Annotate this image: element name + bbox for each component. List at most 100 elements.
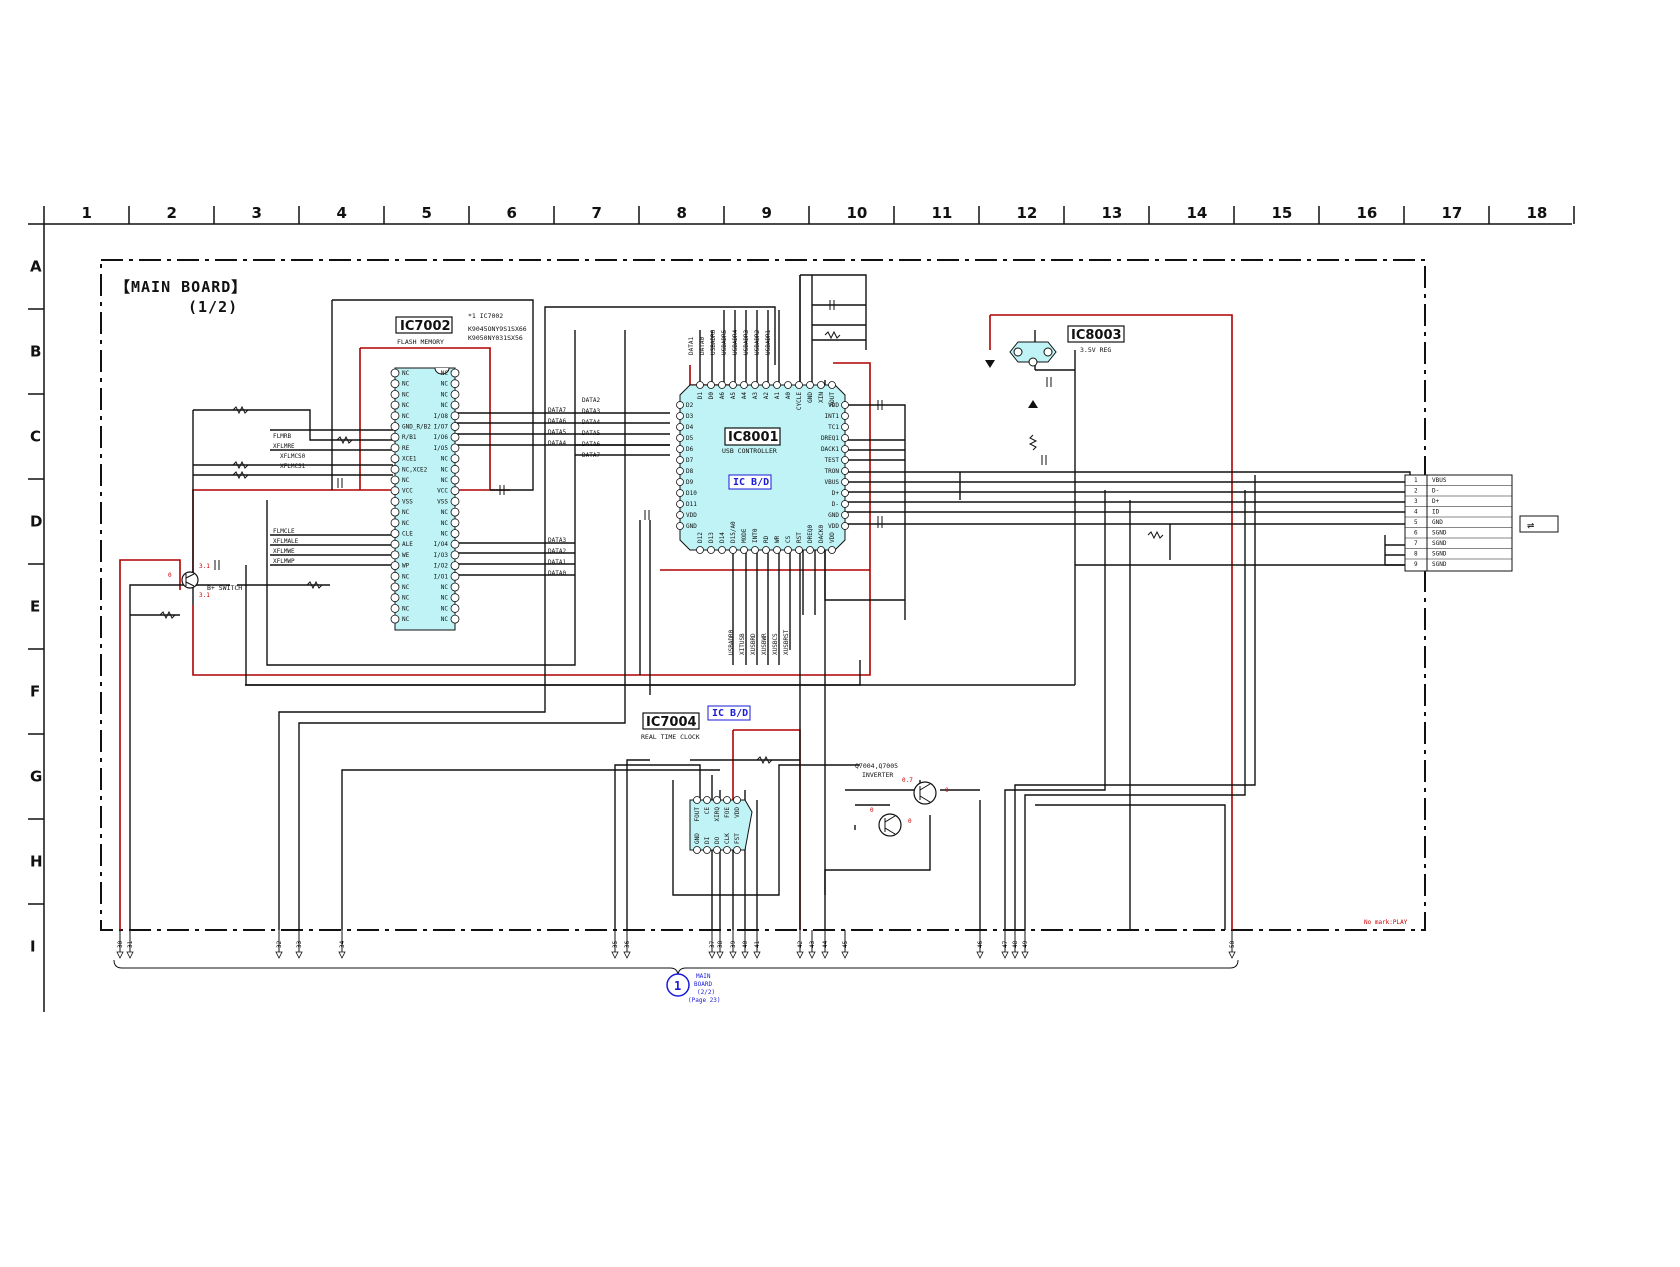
ic7002-pin bbox=[450, 379, 460, 389]
connector-pin-number: 30 bbox=[117, 940, 124, 948]
ic7002-pin bbox=[390, 529, 400, 538]
ic8001-pin-label: VDD bbox=[828, 523, 839, 530]
ic7002-pin-label: GND_R/B2 bbox=[402, 424, 431, 431]
ic7002-pin-label: NC bbox=[402, 477, 410, 484]
data-label: DATA7 bbox=[582, 452, 600, 459]
ic7004: IC7004 REAL TIME CLOCK IC B/D FOUT CE XIRQ… bbox=[641, 705, 753, 854]
ic7002-note-1: *1 IC7002 bbox=[468, 312, 503, 320]
data-label: DATA3 bbox=[582, 408, 600, 415]
ic8001-pin-label: D0 bbox=[708, 392, 715, 400]
data-label: DATA0 bbox=[548, 570, 566, 577]
data-label: DATA4 bbox=[548, 440, 566, 447]
connector-pin-number: 4 bbox=[1414, 509, 1418, 516]
grid-column-label: 6 bbox=[507, 204, 517, 222]
connector-arrow-icon bbox=[126, 951, 134, 959]
ic8001-pin-label: VBUS bbox=[825, 479, 840, 486]
grid-column-label: 9 bbox=[762, 204, 772, 222]
connector-pin-number: 8 bbox=[1414, 551, 1418, 558]
connector-pin-number: 6 bbox=[1414, 530, 1418, 537]
connector-pin-number: 41 bbox=[754, 940, 761, 948]
ic7004-top-pins: FOUT CE XIRQ FOE VDD bbox=[693, 796, 741, 821]
ic8001-pin bbox=[676, 456, 684, 464]
ic7002-pin bbox=[390, 422, 400, 431]
ic8001-pin-label: XIN bbox=[818, 392, 825, 403]
ic7002-pin-label: NC bbox=[441, 531, 449, 538]
ic7002-pin-label: NC bbox=[441, 391, 449, 398]
connector-arrow-icon bbox=[1001, 951, 1009, 959]
ic8001-pin-label: D11 bbox=[686, 501, 697, 508]
grid-row-label: H bbox=[30, 853, 43, 871]
connector-pin-number: 40 bbox=[742, 940, 749, 948]
connector-pin-number: 2 bbox=[1414, 488, 1418, 495]
ic7002-pin-label: NC,XCE2 bbox=[402, 466, 428, 473]
ic7004-pin bbox=[733, 846, 741, 854]
ic7002-pin-label: NC bbox=[402, 391, 410, 398]
ic7002-pin bbox=[390, 571, 400, 581]
ic8001-pin-label: D- bbox=[832, 501, 839, 508]
ic7002-pin-label: RE bbox=[402, 445, 410, 452]
ic7002-pin bbox=[450, 496, 460, 506]
connector-pin-name: VBUS bbox=[1432, 477, 1447, 484]
ic8001-pin bbox=[828, 546, 836, 554]
ic7002-pin bbox=[450, 411, 460, 421]
grid-column-label: 13 bbox=[1102, 204, 1123, 222]
connector-pin-number: 5 bbox=[1414, 519, 1418, 526]
ic7004-pin bbox=[723, 846, 731, 854]
grid-column-label: 1 bbox=[82, 204, 92, 222]
bus-label: USBADR4 bbox=[732, 329, 739, 355]
ic7002-pin bbox=[450, 518, 460, 528]
ic8001-pin bbox=[676, 423, 684, 431]
ic7002-pin-label: NC bbox=[441, 456, 449, 463]
ic7002-pin-label: NC bbox=[402, 509, 410, 516]
grid-column-label: 8 bbox=[677, 204, 687, 222]
ic8001-pin-label: TEST bbox=[825, 457, 840, 464]
ic7002-pin-label: NC bbox=[402, 595, 410, 602]
grid-column-label: 16 bbox=[1357, 204, 1378, 222]
b-switch-v31-bottom: 3.1 bbox=[199, 592, 210, 599]
ic7002-pin-label: I/O1 bbox=[434, 573, 449, 580]
connector-arrow-icon bbox=[753, 951, 761, 959]
bus-label: USBADR3 bbox=[743, 329, 750, 355]
ic7002-pin-label: I/O8 bbox=[434, 413, 449, 420]
connector-pin-name: SGND bbox=[1432, 561, 1447, 568]
ic8001-pin bbox=[841, 522, 849, 530]
ic7002-pin-label: NC bbox=[441, 381, 449, 388]
ic7002-pin bbox=[390, 379, 400, 389]
ic7002-pin bbox=[390, 582, 400, 592]
grid-row-label: I bbox=[30, 938, 36, 956]
ic7002-pin-label: I/O4 bbox=[434, 541, 449, 548]
grid-column-labels: 1 2 3 4 5 6 7 8 9 10 11 12 13 14 15 16 17 18 bbox=[82, 204, 1548, 222]
ic7002-pin-label: NC bbox=[441, 477, 449, 484]
connector-pin-number: 32 bbox=[276, 940, 283, 948]
ic8001-pin-label: TRON bbox=[825, 468, 840, 475]
ic8003-function: 3.5V REG bbox=[1080, 346, 1111, 354]
board-title: 【MAIN BOARD】 bbox=[115, 278, 247, 296]
board-note: No mark:PLAY bbox=[1364, 919, 1408, 926]
ic8001-pin-label: D4 bbox=[686, 424, 694, 431]
grid-row-label: D bbox=[30, 513, 42, 531]
connector-arrow-icon bbox=[338, 951, 346, 959]
ic7002-pin bbox=[450, 593, 460, 603]
ic7002-pin bbox=[450, 464, 460, 474]
ic7002-pin-label: I/O3 bbox=[434, 552, 449, 559]
ic8001-pin bbox=[784, 381, 792, 389]
ic8001-pin bbox=[841, 401, 849, 409]
ic7004-pin-label: GND bbox=[694, 833, 701, 844]
ic8001-pin-label: D10 bbox=[686, 490, 697, 497]
grid-column-label: 17 bbox=[1442, 204, 1463, 222]
ic8001-pin bbox=[773, 546, 781, 554]
grid-column-label: 14 bbox=[1187, 204, 1208, 222]
ic7004-pin bbox=[723, 796, 731, 804]
connector-arrow-icon bbox=[821, 951, 829, 959]
ic7002-pin-label: NC bbox=[441, 605, 449, 612]
ic8001-pin-label: D8 bbox=[686, 468, 694, 475]
signal-label: XFLMCS0 bbox=[280, 453, 306, 460]
ic8001-pin bbox=[676, 500, 684, 508]
ic7002-pin bbox=[450, 604, 460, 613]
usb-icon: ⇌ bbox=[1527, 518, 1534, 532]
connector-arrow-icon bbox=[116, 951, 124, 959]
ic8001-pin bbox=[806, 381, 814, 389]
ic7002-pin-label: VSS bbox=[437, 498, 448, 505]
ic7004-tag: IC B/D bbox=[712, 708, 748, 719]
usb-connector: 1 VBUS 2 D- 3 D+ 4 ID 5 GND 6 SGND 7 SGND 8 SGND 9 SGND ⇌ bbox=[1404, 474, 1559, 572]
